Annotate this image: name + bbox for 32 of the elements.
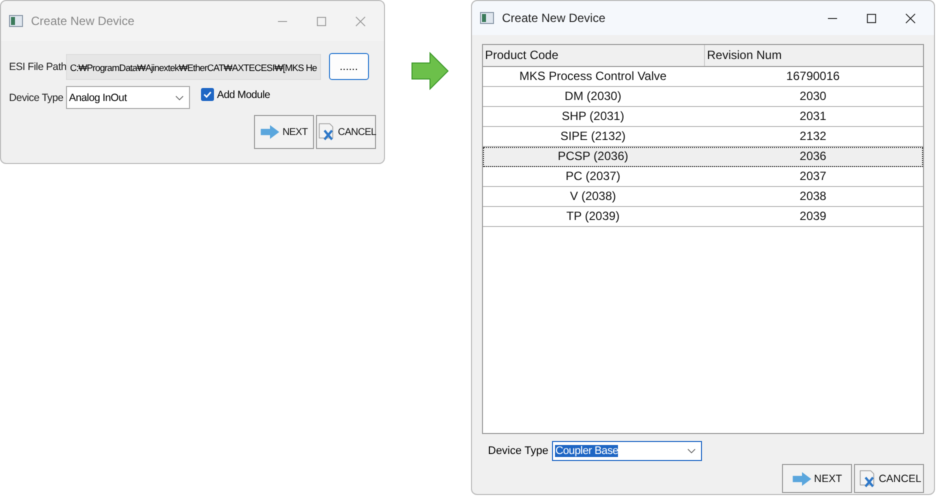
device-type-dropdown[interactable]: Coupler Base: [552, 441, 702, 461]
arrow-icon: [411, 52, 449, 90]
cancel-button[interactable]: CANCEL: [854, 464, 924, 493]
column-header[interactable]: Product Code: [483, 45, 705, 66]
table-row[interactable]: DM (2030) 2030: [483, 87, 923, 107]
cancel-button[interactable]: CANCEL: [316, 115, 376, 149]
next-button[interactable]: NEXT: [782, 464, 852, 493]
app-icon: [9, 15, 23, 27]
maximize-icon[interactable]: [866, 12, 877, 24]
close-icon[interactable]: [905, 12, 916, 24]
path-field[interactable]: C:₩ProgramData₩Ajinextek₩EtherCAT₩AXTECESI₩[MKS He: [66, 54, 321, 80]
table-row[interactable]: SHP (2031) 2031: [483, 107, 923, 127]
field-label: Device Type: [9, 92, 63, 104]
window-title: Create New Device: [31, 14, 134, 28]
next-button[interactable]: NEXT: [254, 115, 314, 149]
chevron-down-icon[interactable]: [687, 448, 696, 454]
window-title: Create New Device: [502, 11, 606, 25]
browse-button[interactable]: ......: [328, 53, 369, 80]
table-row[interactable]: PC (2037) 2037: [483, 167, 923, 187]
column-header[interactable]: Revision Num: [705, 45, 782, 66]
add-module-checkbox[interactable]: Add Module: [201, 88, 270, 101]
arrow-right-icon: [792, 470, 812, 488]
app-icon: [480, 12, 494, 24]
field-label: Device Type: [488, 445, 548, 457]
device-type-dropdown[interactable]: Analog InOut: [66, 86, 190, 109]
table-row[interactable]: V (2038) 2038: [483, 187, 923, 207]
table-row[interactable]: TP (2039) 2039: [483, 207, 923, 227]
checkmark-icon: [202, 89, 213, 100]
chevron-down-icon[interactable]: [175, 94, 184, 100]
arrow-right-icon: [260, 123, 280, 141]
table-row[interactable]: MKS Process Control Valve 16790016: [483, 67, 923, 87]
table-row[interactable]: PCSP (2036) 2036: [483, 147, 923, 167]
